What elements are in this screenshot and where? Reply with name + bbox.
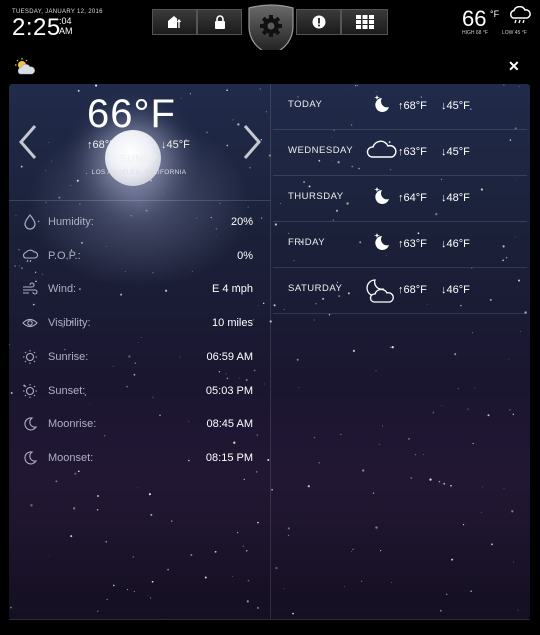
forecast-low: ↓45°F [441,100,470,112]
droplet-icon [24,214,36,230]
forecast-low: ↓48°F [441,192,470,204]
forecast-day: SATURDAY [288,283,343,294]
forecast-high: ↑64°F [398,192,427,204]
wind-icon [23,282,38,295]
cloud-rain-icon [510,6,531,24]
detail-value: 05:03 PM [205,384,253,397]
detail-label: P.O.P.: [48,249,81,262]
moonset-icon [24,451,38,465]
hero-high: ↑68°F [87,139,116,151]
current-temperature-unit: °F [490,9,500,19]
grid-icon [355,15,374,29]
apps-button[interactable] [341,9,388,35]
sunrise-icon [23,349,37,364]
lock-button[interactable] [197,9,242,35]
forecast-low: ↓45°F [441,146,470,158]
forecast-high: ↑63°F [398,146,427,158]
current-high: HIGH 68 °F [462,30,488,36]
detail-row: Sunset: 05:03 PM [22,383,257,405]
lock-icon [214,15,225,29]
top-bar: TUESDAY, JANUARY 12, 2016 2:25 :04 AM 66… [0,0,540,56]
hero-condition: SUNNY [120,154,158,165]
detail-value: 10 miles [212,317,253,330]
moon-cloud-icon [365,278,395,309]
detail-value: 08:45 AM [206,418,253,431]
detail-row: Moonrise: 08:45 AM [22,416,257,438]
detail-value: 06:59 AM [206,350,253,363]
gear-icon [260,15,282,37]
forecast-row[interactable]: THURSDAY ↑64°F ↓48°F [273,176,527,222]
forecast-day: WEDNESDAY [288,145,354,156]
alert-icon [312,15,325,29]
hero-location: LOS ANGELES, CALIFORNIA [91,169,187,176]
bottom-divider [9,619,530,620]
detail-label: Wind: [48,283,77,296]
forecast-high: ↑68°F [398,100,427,112]
detail-value: 08:15 PM [205,451,253,464]
clock-ampm: AM [59,26,73,36]
forecast-day: TODAY [288,99,323,110]
settings-button[interactable] [247,4,295,56]
forecast-low: ↓46°F [441,238,470,250]
cloud-icon [365,140,399,165]
hero-divider [9,200,270,201]
forecast-row[interactable]: SATURDAY ↑68°F ↓46°F [273,268,527,314]
close-button[interactable]: ✕ [508,58,520,75]
forecast-low: ↓46°F [441,284,470,296]
forecast-day: FRIDAY [288,237,326,248]
forecast-high: ↑68°F [398,284,427,296]
detail-row: Humidity: 20% [22,214,257,236]
current-temperature: 66 [462,6,487,31]
sunset-icon [23,383,37,398]
hero-low: ↓45°F [161,139,190,151]
detail-row: Visibility: 10 miles [22,315,257,337]
detail-label: Humidity: [48,216,94,228]
sub-bar: ✕ [0,50,540,84]
detail-value: E 4 mph [212,283,253,296]
home-icon [167,16,181,28]
moon-star-icon [373,186,391,211]
clock-time: 2:25 [12,14,61,41]
forecast-row[interactable]: TODAY ↑68°F ↓45°F [273,84,527,130]
partly-cloudy-icon [15,58,35,75]
detail-row: Moonset: 08:15 PM [22,450,257,472]
moonrise-icon [24,417,38,431]
rain-cloud-icon [23,249,38,262]
moon-star-icon [373,94,391,119]
prev-arrow-icon[interactable] [17,124,39,160]
detail-value: 0% [237,249,253,262]
eye-icon [22,319,38,328]
alert-button[interactable] [296,9,341,35]
detail-label: Sunset: [48,384,86,397]
clock-seconds: :04 [59,16,72,26]
home-button[interactable] [152,9,197,35]
forecast-row[interactable]: FRIDAY ↑63°F ↓46°F [273,222,527,268]
detail-label: Moonrise: [48,418,97,431]
forecast-day: THURSDAY [288,191,344,202]
detail-label: Moonset: [48,451,94,464]
detail-row: Sunrise: 06:59 AM [22,349,257,371]
forecast-row[interactable]: WEDNESDAY ↑63°F ↓45°F [273,130,527,176]
forecast-high: ↑63°F [398,238,427,250]
hero-temperature: 66°F [87,92,176,136]
detail-row: P.O.P.: 0% [22,248,257,270]
detail-value: 20% [230,216,253,228]
column-divider [270,84,271,619]
detail-label: Sunrise: [48,350,89,363]
moon-star-icon [373,232,391,257]
weather-panel: 66°F ↑68°F ↓45°F SUNNY LOS ANGELES, CALI… [9,84,530,619]
detail-label: Visibility: [48,317,91,330]
next-arrow-icon[interactable] [241,124,263,160]
detail-row: Wind: E 4 mph [22,281,257,303]
current-low: LOW 45 °F [502,30,527,36]
